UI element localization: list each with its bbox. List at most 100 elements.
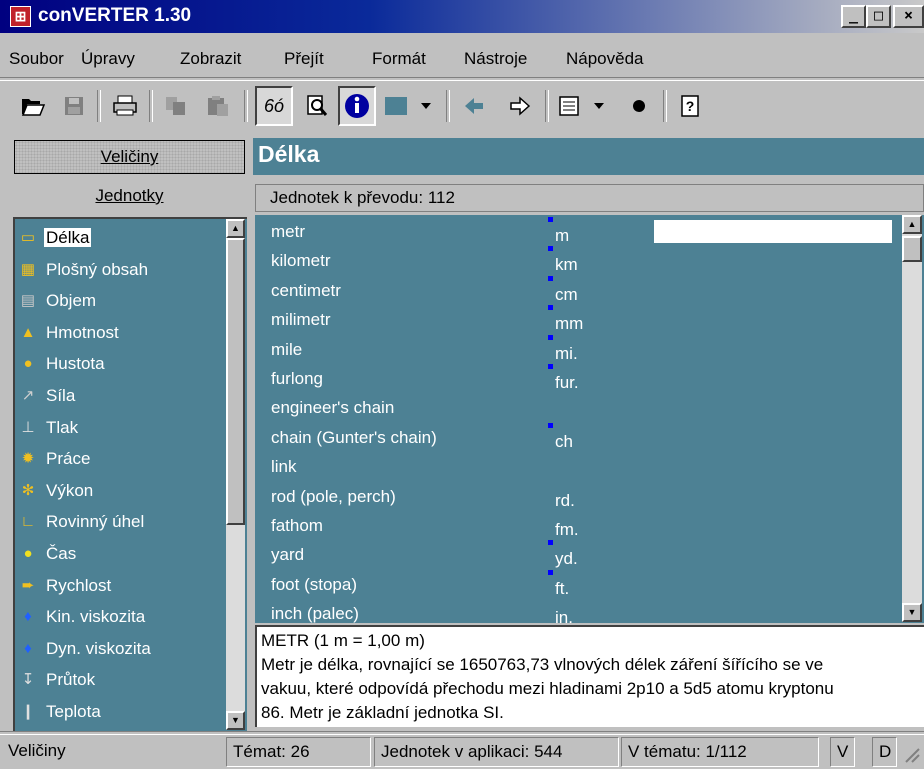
menu-nastroje[interactable]: Nástroje [464,49,527,69]
color-icon[interactable] [380,86,440,126]
paste-icon[interactable] [199,86,237,126]
menu-bar: Soubor Úpravy Zobrazit Přejít Formát Nás… [0,45,924,75]
category-label: Dyn. viskozita [46,638,151,658]
category-label: Rovinný úhel [46,512,145,532]
close-button[interactable]: × [893,5,924,28]
category-label: Síla [46,386,76,405]
speed-icon: ➨ [21,576,35,594]
category-item[interactable]: ▦ Plošný obsah [18,255,226,284]
unit-row[interactable]: foot (stopa) ft. [255,569,895,600]
help-icon[interactable]: ? [672,86,710,126]
veliciny-tab-button[interactable]: Veličiny [14,140,245,174]
unit-marker [548,364,553,369]
unit-marker [548,334,553,340]
find-icon[interactable] [298,86,336,126]
unit-row[interactable]: fathom fm. [255,511,895,541]
unit-name: metr [271,222,305,241]
unit-row[interactable]: inch (palec) in. [255,599,895,623]
category-scroll-thumb[interactable] [226,238,245,525]
topic-header [253,138,924,175]
unit-row[interactable]: rod (pole, perch) rd. [255,482,895,512]
value-input[interactable] [654,220,892,243]
menu-zobrazit[interactable]: Zobrazit [180,49,241,69]
pressure-icon: ⊥ [21,418,35,436]
scroll-up-icon[interactable]: ▲ [902,215,922,234]
resize-grip-icon[interactable] [902,745,920,763]
unit-row[interactable]: link [255,452,895,482]
back-icon[interactable] [455,86,493,126]
info-icon[interactable] [338,86,376,126]
copy-icon[interactable] [157,86,195,126]
unit-list[interactable]: metr m kilometr km centimetr cm milimetr mm mile… [255,215,924,623]
forward-icon[interactable] [501,86,539,126]
unit-row[interactable]: yard yd. [255,540,895,570]
unit-row[interactable]: mile mi. [255,334,895,365]
category-item[interactable]: ↧ Průtok [18,665,226,694]
category-item[interactable]: ❙ Teplota [18,697,226,726]
category-item[interactable]: ➨ Rychlost [18,571,226,600]
description-line: 86. Metr je základní jednotka SI. [261,703,504,722]
description-line: METR (1 m = 1,00 m) [261,631,425,650]
scroll-down-icon[interactable]: ▼ [902,603,922,622]
unit-marker [548,540,553,546]
unit-name: furlong [271,369,323,388]
unit-name: rod (pole, perch) [271,486,396,506]
category-item[interactable]: ♦ Dyn. viskozita [18,634,226,663]
category-item[interactable]: ♦ Kin. viskozita [18,602,226,631]
category-item[interactable]: ✹ Práce [18,444,226,473]
category-item[interactable]: ⊥ Tlak [18,413,226,442]
list-icon[interactable] [553,86,613,126]
app-icon[interactable]: ⊞ [10,6,31,27]
scroll-down-icon[interactable]: ▼ [226,711,245,730]
unit-scroll-thumb[interactable] [902,236,922,262]
unit-marker [548,569,553,575]
category-item[interactable]: ▤ Objem [18,286,226,315]
category-item[interactable]: ↗ Síla [18,381,226,410]
category-item[interactable]: ▲ Hmotnost [18,318,226,347]
category-item[interactable]: ● Hustota [18,349,226,378]
unit-marker [548,217,553,222]
menu-prejit[interactable]: Přejít [284,49,324,69]
category-list[interactable]: ▭ Délka ▦ Plošný obsah ▤ Objem ▲ Hmotnost ● Husto… [13,217,247,731]
save-icon[interactable] [55,86,93,126]
flow-icon: ↧ [21,671,35,689]
force-icon: ↗ [21,387,35,404]
unit-abbreviation: mi. [555,343,578,363]
unit-description: METR (1 m = 1,00 m) Metr je délka, rovna… [255,625,924,727]
minimize-button[interactable]: _ [841,5,866,28]
category-label: Tlak [46,417,79,437]
menu-format[interactable]: Formát [372,49,426,69]
bullet-icon[interactable] [620,86,658,126]
category-item[interactable]: ● Čas [18,539,226,568]
glasses-icon[interactable]: 6ó [255,86,293,126]
scroll-up-icon[interactable]: ▲ [226,219,245,238]
open-icon[interactable] [14,86,52,126]
category-item[interactable]: ✻ Výkon [18,476,226,505]
unit-marker [548,246,553,252]
unit-row[interactable]: kilometr km [255,246,895,276]
menu-soubor[interactable]: Soubor [9,49,64,69]
unit-abbreviation: ft. [555,578,570,598]
menu-napoveda[interactable]: Nápověda [566,49,644,69]
unit-scrollbar[interactable] [902,215,922,622]
maximize-button[interactable]: □ [866,5,891,28]
category-label: Hustota [46,354,105,374]
unit-abbreviation: ch [555,431,573,451]
category-item[interactable]: ∟ Rovinný úhel [18,507,226,536]
unit-abbreviation: in. [555,608,573,623]
unit-row[interactable]: centimetr cm [255,275,895,306]
window-title: conVERTER 1.30 [38,5,192,26]
unit-row[interactable]: engineer's chain [255,393,895,423]
unit-name: engineer's chain [271,398,395,418]
category-label: Hmotnost [46,322,119,342]
print-icon[interactable] [106,86,144,126]
category-label: Plošný obsah [46,259,149,279]
unit-name: chain (Gunter's chain) [271,427,437,447]
status-section: Veličiny [8,741,66,760]
category-item[interactable]: ▭ Délka [18,223,226,252]
unit-row[interactable]: chain (Gunter's chain) ch [255,422,895,453]
unit-row[interactable]: furlong fur. [255,364,895,394]
menu-upravy[interactable]: Úpravy [81,49,135,69]
category-label: Kin. viskozita [46,607,146,627]
unit-row[interactable]: milimetr mm [255,305,895,335]
